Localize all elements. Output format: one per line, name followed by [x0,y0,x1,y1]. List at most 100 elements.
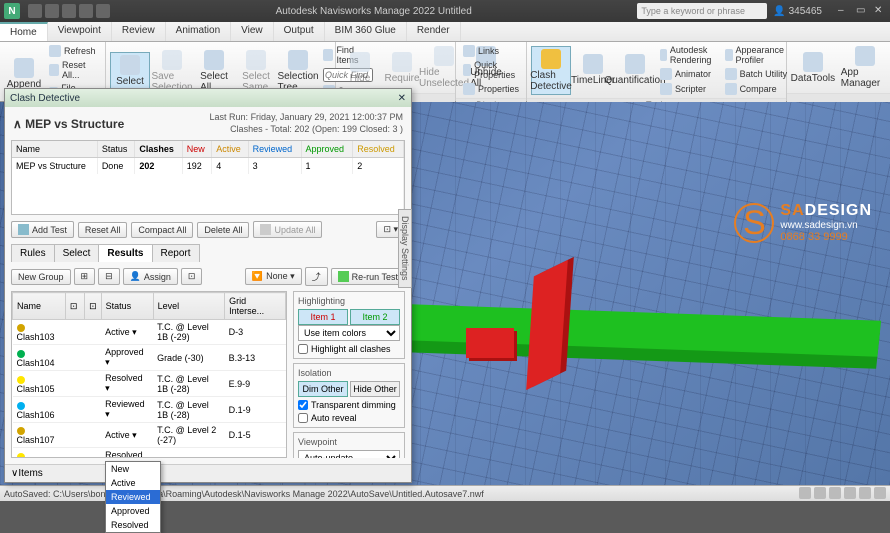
compare-button[interactable]: Compare [722,82,792,96]
app-manager-button[interactable]: App Manager [837,44,890,91]
result-row[interactable]: Clash103Active ▾T.C. @ Level 1B (-29)D-3 [13,320,286,345]
qat-select-icon[interactable] [96,4,110,18]
select-button[interactable]: Select [110,52,150,90]
tab-animation[interactable]: Animation [166,22,231,41]
minimize-icon[interactable]: – [838,5,850,17]
ungroup-button[interactable]: ⊟ [98,268,120,285]
clash-tests-grid[interactable]: NameStatus Clashes NewActive ReviewedApp… [11,140,405,215]
clash-detective-panel: Clash Detective ✕ ∧ MEP vs Structure Las… [4,88,412,483]
clash-detective-button[interactable]: Clash Detective [531,46,571,95]
reset-all-button[interactable]: Reset All... [46,59,101,81]
close-icon[interactable]: ✕ [874,5,886,17]
reset-icon [49,64,59,76]
append-button[interactable]: Append [4,56,44,92]
quick-properties-button[interactable]: Quick Properties [460,59,522,81]
subtab-report[interactable]: Report [152,244,200,262]
hide-button[interactable]: Hide [340,50,380,86]
transparent-checkbox[interactable]: Transparent dimming [298,400,400,410]
rerun-test-button[interactable]: Re-run Test [331,268,405,285]
tab-home[interactable]: Home [0,22,48,41]
qat-save-icon[interactable] [45,4,59,18]
clash-panel-close-icon[interactable]: ✕ [398,93,406,104]
clash-results-table[interactable]: Name ⊡⊡ Status Level Grid Interse... Cla… [11,291,287,458]
status-dropdown-menu[interactable]: NewActiveReviewedApprovedResolved [105,461,161,533]
clash-panel-titlebar[interactable]: Clash Detective ✕ [5,89,411,107]
tab-viewpoint[interactable]: Viewpoint [48,22,112,41]
batch-utility-button[interactable]: Batch Utility [722,67,792,81]
clash-subtabs: Rules Select Results Report [11,244,405,262]
help-search-input[interactable]: Type a keyword or phrase [637,3,767,19]
links-button[interactable]: Links [460,44,522,58]
tab-render[interactable]: Render [407,22,461,41]
qat-undo-icon[interactable] [62,4,76,18]
require-button[interactable]: Require [382,50,422,86]
maximize-icon[interactable]: ▭ [856,5,868,17]
items-label[interactable]: Items [18,468,42,479]
use-item-colors-select[interactable]: Use item colors [298,325,400,341]
datatools-button[interactable]: DataTools [791,50,835,86]
tab-review[interactable]: Review [112,22,166,41]
animator-button[interactable]: Animator [657,67,720,81]
quantification-icon [625,54,645,74]
properties-button[interactable]: Properties [460,82,522,96]
highlighting-group: Highlighting Item 1 Item 2 Use item colo… [293,291,405,359]
rerun-icon [338,271,349,282]
title-bar: N Autodesk Navisworks Manage 2022 Untitl… [0,0,890,22]
compact-all-button[interactable]: Compact All [131,222,193,238]
tab-output[interactable]: Output [274,22,325,41]
delete-all-button[interactable]: Delete All [197,222,249,238]
user-badge[interactable]: 👤 345465 [773,6,822,17]
compare-icon [725,83,737,95]
none-filter-button[interactable]: 🔽 None ▾ [245,268,302,285]
window-controls[interactable]: – ▭ ✕ [838,5,886,17]
reset-all-button[interactable]: Reset All [78,222,128,238]
subtab-results[interactable]: Results [98,244,152,262]
test-row[interactable]: MEP vs StructureDone 202 1924 31 2 [12,158,404,175]
qat-open-icon[interactable] [28,4,42,18]
subtab-select[interactable]: Select [54,244,100,262]
status-option[interactable]: New [106,462,160,476]
item1-toggle[interactable]: Item 1 [298,309,348,325]
highlight-all-checkbox[interactable]: Highlight all clashes [298,344,400,354]
clash-panel-title: Clash Detective [10,93,80,104]
result-row[interactable]: Clash108Resolved ▾Grade (-30)A.2(-2)-13 [13,448,286,458]
status-option[interactable]: Resolved [106,518,160,532]
qat-redo-icon[interactable] [79,4,93,18]
ribbon-tabs: Home Viewpoint Review Animation View Out… [0,22,890,42]
export-button[interactable]: ⤴ [305,267,328,286]
assign-button[interactable]: 👤 Assign [123,268,178,285]
update-all-button[interactable]: Update All [253,221,322,238]
status-option[interactable]: Active [106,476,160,490]
clash-icon [541,49,561,69]
status-option[interactable]: Approved [106,504,160,518]
quick-access-toolbar[interactable] [28,4,110,18]
viewpoint-select[interactable]: Auto-update [298,450,400,458]
statusbar-icons[interactable] [796,487,886,501]
appearance-profiler-button[interactable]: Appearance Profiler [722,44,792,66]
tree-icon [288,50,308,70]
result-row[interactable]: Clash107Active ▾T.C. @ Level 2 (-27)D.1-… [13,423,286,448]
scripter-button[interactable]: Scripter [657,82,720,96]
tab-bim360[interactable]: BIM 360 Glue [325,22,407,41]
autodesk-rendering-button[interactable]: Autodesk Rendering [657,44,720,66]
item2-toggle[interactable]: Item 2 [350,309,400,325]
quantification-button[interactable]: Quantification [615,52,655,88]
result-row[interactable]: Clash106Reviewed ▾T.C. @ Level 1B (-28)D… [13,397,286,423]
results-toolbar: New Group ⊞ ⊟ 👤 Assign ⊡ 🔽 None ▾ ⤴ Re-r… [5,262,411,291]
result-row[interactable]: Clash104Approved ▾Grade (-30)B.3-13 [13,345,286,371]
dim-other-toggle[interactable]: Dim Other [298,381,348,397]
auto-reveal-checkbox[interactable]: Auto reveal [298,413,400,423]
refresh-button[interactable]: Refresh [46,44,101,58]
status-option[interactable]: Reviewed [106,490,160,504]
subtab-rules[interactable]: Rules [11,244,55,262]
filter-button[interactable]: ⊡ [181,268,203,285]
properties-icon [463,83,475,95]
tab-view[interactable]: View [231,22,274,41]
hide-other-toggle[interactable]: Hide Other [350,381,400,397]
add-test-button[interactable]: Add Test [11,221,74,238]
select-same-icon [246,50,266,70]
result-row[interactable]: Clash105Resolved ▾T.C. @ Level 1B (-28)E… [13,371,286,397]
group-button[interactable]: ⊞ [74,268,96,285]
new-group-button[interactable]: New Group [11,269,71,285]
render-icon [660,49,667,61]
